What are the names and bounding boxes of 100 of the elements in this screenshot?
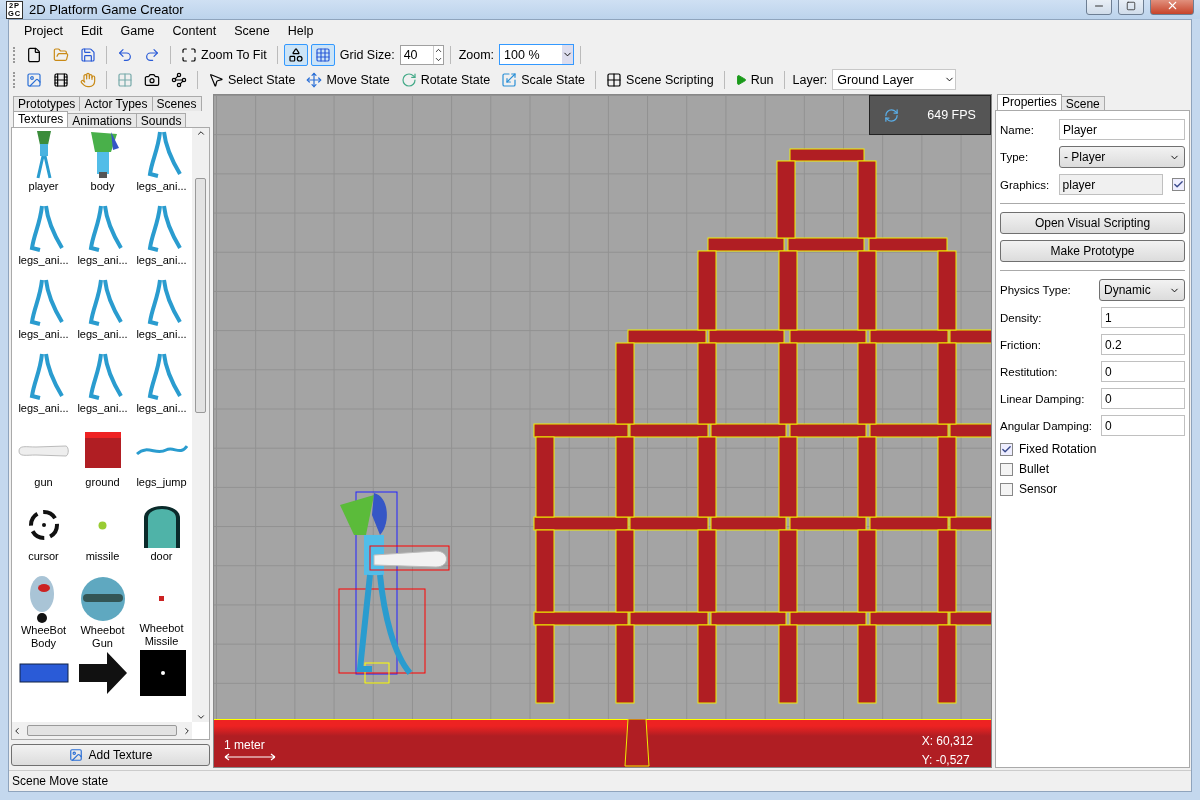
hand-icon — [80, 71, 96, 88]
name-field[interactable]: Player — [1059, 119, 1185, 140]
y-coordinate: Y: -0,527 — [921, 753, 971, 767]
texture-label[interactable]: legs_ani... — [18, 402, 69, 415]
image-icon — [26, 71, 42, 88]
action-button[interactable]: Make Prototype — [1000, 240, 1185, 262]
field-label: Friction: — [1000, 338, 1041, 351]
texture-label[interactable]: Wheebot Missile — [132, 622, 191, 648]
grid-size-field[interactable]: 40 — [399, 44, 444, 65]
save-icon — [80, 46, 96, 63]
texture-label[interactable]: player — [28, 180, 59, 193]
field-label: Linear Damping: — [1000, 392, 1085, 405]
checkbox[interactable] — [1000, 442, 1013, 456]
state-button[interactable]: Move State — [302, 68, 394, 91]
vertical-scrollbar[interactable] — [192, 128, 209, 722]
input-field[interactable]: 1 — [1101, 307, 1185, 328]
fps-counter: 649 FPS — [927, 108, 976, 122]
speck-icon — [159, 595, 164, 601]
toggle-button[interactable] — [283, 43, 308, 66]
texture-label[interactable]: gun — [34, 476, 53, 489]
redo-icon — [144, 46, 160, 63]
panel-tab[interactable]: Actor Types — [79, 96, 153, 111]
state-button[interactable]: Select State — [204, 68, 300, 91]
scale-arrow-icon — [224, 753, 276, 761]
texture-label[interactable]: ground — [85, 476, 120, 489]
input-field[interactable]: 0 — [1101, 388, 1185, 409]
texture-label[interactable]: body — [90, 180, 115, 193]
layer-dropdown[interactable]: Ground Layer — [832, 69, 957, 90]
texture-label[interactable]: legs_ani... — [136, 402, 187, 415]
dot-icon — [98, 520, 107, 530]
zoom-to-fit-button[interactable]: Zoom To Fit — [177, 43, 271, 66]
add-texture-button[interactable]: Add Texture — [11, 744, 210, 766]
physics-type-dropdown[interactable]: Dynamic — [1099, 279, 1185, 301]
rotate-icon — [400, 71, 417, 88]
file-icon — [26, 46, 42, 63]
input-field[interactable]: 0.2 — [1101, 334, 1185, 355]
texture-label[interactable]: legs_ani... — [136, 254, 187, 267]
toggle-button[interactable] — [310, 43, 335, 66]
tiles-icon — [117, 71, 133, 88]
input-field[interactable]: 0 — [1101, 415, 1185, 436]
texture-label[interactable]: missile — [85, 550, 120, 563]
curve-icon — [135, 444, 188, 458]
input-field[interactable]: 0 — [1101, 361, 1185, 382]
field-label: Angular Damping: — [1000, 419, 1093, 432]
state-button[interactable]: Scale State — [497, 68, 590, 91]
type-dropdown[interactable]: - Player — [1059, 146, 1185, 168]
layer-label: Layer: — [791, 72, 829, 87]
refresh-icon — [884, 107, 900, 123]
texture-label[interactable]: Wheebot Gun — [73, 624, 132, 650]
texture-label[interactable]: legs_ani... — [77, 254, 128, 267]
checkbox-label: Bullet — [1019, 462, 1050, 476]
checkbox[interactable] — [1000, 462, 1013, 476]
gun-icon — [17, 445, 70, 457]
panel-tab[interactable]: Scenes — [151, 96, 202, 111]
checkbox-label: Sensor — [1019, 482, 1058, 496]
menu-item[interactable]: Game — [111, 24, 164, 38]
action-button[interactable]: Open Visual Scripting — [1000, 212, 1185, 234]
checkbox[interactable] — [1172, 178, 1185, 191]
pointer-icon — [208, 71, 224, 88]
undo-icon — [117, 46, 133, 63]
field-label: Graphics: — [1000, 178, 1050, 191]
scale-icon — [501, 71, 518, 88]
close-button[interactable] — [1150, 0, 1194, 15]
menu-item[interactable]: Help — [278, 24, 323, 38]
wedge-drawing — [624, 719, 650, 767]
menu-item[interactable]: Project — [15, 24, 72, 38]
window-title: 2D Platform Game Creator — [29, 2, 185, 17]
horizontal-scrollbar[interactable] — [12, 722, 192, 739]
camera-icon — [144, 71, 160, 88]
menu-item[interactable]: Scene — [225, 24, 279, 38]
checker-icon — [606, 71, 623, 88]
move-icon — [306, 71, 323, 88]
check-icon — [1001, 443, 1012, 455]
texture-label[interactable]: legs_ani... — [18, 328, 69, 341]
grid-size-label: Grid Size: — [338, 47, 396, 62]
panel-tab[interactable]: Prototypes — [13, 96, 81, 111]
field-label: Type: — [1000, 151, 1029, 163]
menu-item[interactable]: Content — [163, 24, 226, 38]
texture-label[interactable]: legs_ani... — [77, 402, 128, 415]
maximize-button[interactable] — [1118, 0, 1144, 15]
texture-label[interactable]: door — [150, 550, 173, 563]
texture-label[interactable]: legs_ani... — [136, 328, 187, 341]
state-button[interactable]: Rotate State — [396, 68, 495, 91]
maximize-icon — [1126, 0, 1136, 11]
zoom-dropdown[interactable]: 100 % — [499, 44, 575, 65]
menu-item[interactable]: Edit — [71, 24, 112, 38]
shapes-icon — [287, 46, 304, 63]
field-label: Density: — [1000, 311, 1042, 324]
run-button[interactable]: Run — [730, 68, 778, 91]
texture-label[interactable]: legs_ani... — [18, 254, 69, 267]
checkbox[interactable] — [1000, 482, 1013, 496]
scene-scripting-button[interactable]: Scene Scripting — [602, 68, 718, 91]
graphics-field[interactable]: player — [1058, 174, 1163, 195]
minimize-button[interactable] — [1086, 0, 1112, 15]
texture-label[interactable]: cursor — [28, 550, 59, 563]
texture-label[interactable]: legs_jump — [136, 476, 187, 489]
texture-label[interactable]: legs_ani... — [77, 328, 128, 341]
texture-label[interactable]: legs_ani... — [136, 180, 187, 193]
image-icon — [68, 748, 83, 762]
texture-label[interactable]: WheeBot Body — [14, 624, 73, 650]
